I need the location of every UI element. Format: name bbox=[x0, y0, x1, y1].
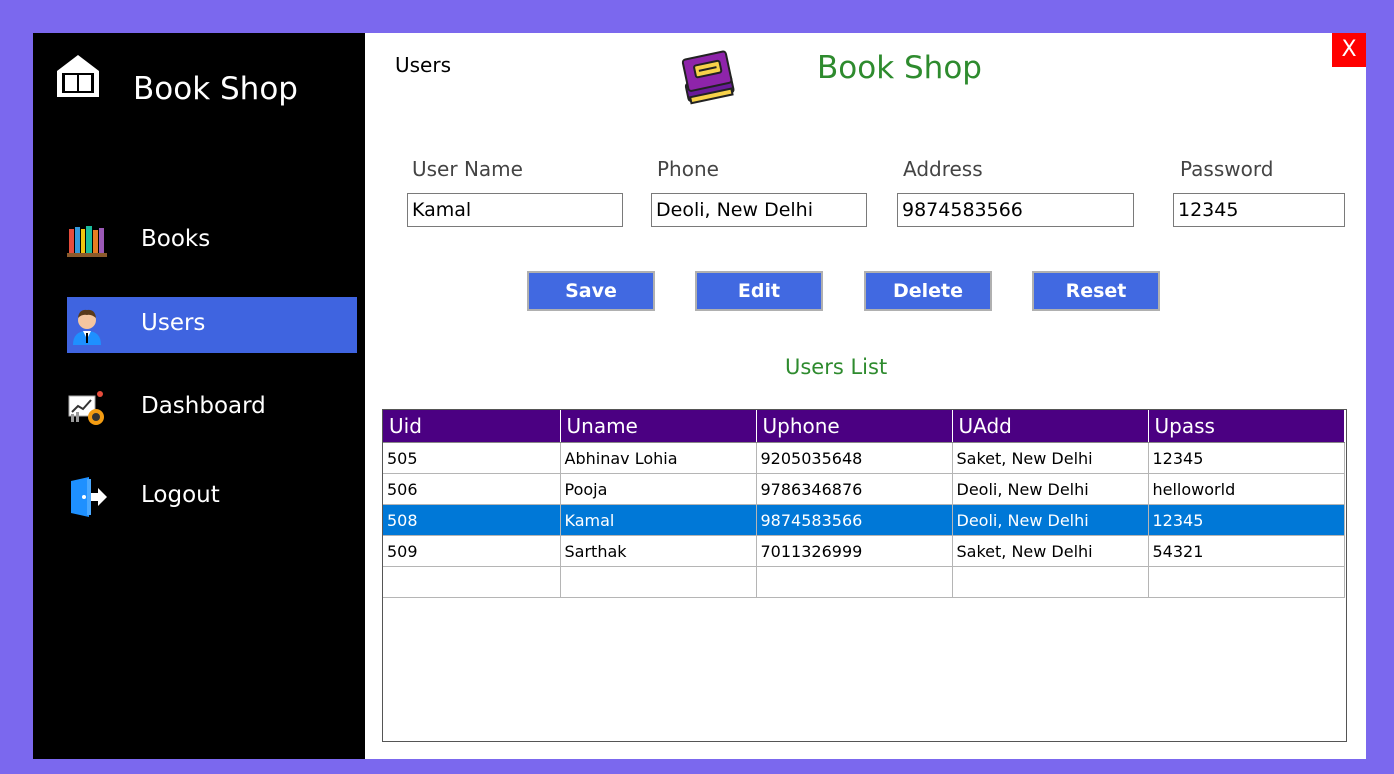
password-label: Password bbox=[1180, 157, 1274, 181]
phone-label: Phone bbox=[657, 157, 719, 181]
column-header-uadd[interactable]: UAdd bbox=[952, 410, 1149, 443]
table-cell[interactable] bbox=[756, 566, 953, 598]
table-cell[interactable]: 7011326999 bbox=[756, 535, 953, 567]
table-cell[interactable]: Deoli, New Delhi bbox=[952, 473, 1149, 505]
table-cell[interactable] bbox=[952, 566, 1149, 598]
table-cell[interactable]: Sarthak bbox=[560, 535, 757, 567]
logout-icon bbox=[67, 477, 107, 517]
table-header-row: Uid Uname Uphone UAdd Upass bbox=[383, 410, 1345, 443]
table-row[interactable]: 506 Pooja 9786346876 Deoli, New Delhi he… bbox=[383, 473, 1345, 505]
table-row[interactable]: 509 Sarthak 7011326999 Saket, New Delhi … bbox=[383, 535, 1345, 567]
address-field[interactable] bbox=[897, 193, 1134, 227]
table-row[interactable]: 505 Abhinav Lohia 9205035648 Saket, New … bbox=[383, 442, 1345, 474]
table-cell[interactable]: helloworld bbox=[1148, 473, 1345, 505]
books-logo-icon bbox=[677, 49, 741, 111]
sidebar-item-dashboard[interactable]: Dashboard bbox=[67, 380, 357, 436]
table-cell[interactable]: 506 bbox=[383, 473, 561, 505]
table-cell[interactable]: Pooja bbox=[560, 473, 757, 505]
table-cell[interactable]: Saket, New Delhi bbox=[952, 535, 1149, 567]
table-cell[interactable]: Deoli, New Delhi bbox=[952, 504, 1149, 536]
table-cell[interactable]: 9205035648 bbox=[756, 442, 953, 474]
reset-button[interactable]: Reset bbox=[1032, 271, 1160, 311]
sidebar-item-books[interactable]: Books bbox=[67, 213, 357, 269]
sidebar-item-label: Users bbox=[141, 310, 206, 336]
users-table[interactable]: Uid Uname Uphone UAdd Upass 505 Abhinav … bbox=[382, 409, 1347, 742]
username-field[interactable] bbox=[407, 193, 623, 227]
sidebar-item-users[interactable]: Users bbox=[67, 297, 357, 353]
table-cell[interactable] bbox=[1148, 566, 1345, 598]
address-label: Address bbox=[903, 157, 983, 181]
column-header-uphone[interactable]: Uphone bbox=[756, 410, 953, 443]
table-cell[interactable] bbox=[383, 566, 561, 598]
table-cell[interactable]: Kamal bbox=[560, 504, 757, 536]
username-label: User Name bbox=[412, 157, 523, 181]
table-cell[interactable]: Abhinav Lohia bbox=[560, 442, 757, 474]
table-cell[interactable]: 9874583566 bbox=[756, 504, 953, 536]
delete-button[interactable]: Delete bbox=[864, 271, 992, 311]
books-icon bbox=[67, 221, 107, 261]
column-header-upass[interactable]: Upass bbox=[1148, 410, 1345, 443]
column-header-uname[interactable]: Uname bbox=[560, 410, 757, 443]
table-cell[interactable]: 508 bbox=[383, 504, 561, 536]
close-button[interactable]: X bbox=[1332, 33, 1366, 67]
table-cell[interactable]: 12345 bbox=[1148, 442, 1345, 474]
table-cell[interactable]: 54321 bbox=[1148, 535, 1345, 567]
sidebar-item-label: Books bbox=[141, 226, 211, 252]
table-cell[interactable]: 509 bbox=[383, 535, 561, 567]
table-row-selected[interactable]: 508 Kamal 9874583566 Deoli, New Delhi 12… bbox=[383, 504, 1345, 536]
sidebar-item-label: Logout bbox=[141, 482, 220, 508]
dashboard-icon bbox=[67, 388, 107, 428]
table-cell[interactable]: 9786346876 bbox=[756, 473, 953, 505]
main-panel: X Users Book Shop User Name Phone Addres… bbox=[365, 33, 1366, 759]
edit-button[interactable]: Edit bbox=[695, 271, 823, 311]
table-row-empty[interactable] bbox=[383, 566, 1345, 598]
sidebar: Book Shop Books Users Dashboard Logout bbox=[33, 33, 365, 759]
page-title: Users bbox=[395, 53, 452, 77]
phone-field[interactable] bbox=[651, 193, 867, 227]
book-shop-logo-icon bbox=[53, 51, 103, 101]
table-cell[interactable]: Saket, New Delhi bbox=[952, 442, 1149, 474]
table-cell[interactable]: 505 bbox=[383, 442, 561, 474]
app-title: Book Shop bbox=[817, 50, 982, 86]
app-window: Book Shop Books Users Dashboard Logout X… bbox=[33, 33, 1366, 759]
users-list-title: Users List bbox=[785, 355, 888, 379]
sidebar-brand-title: Book Shop bbox=[133, 71, 298, 107]
table-cell[interactable] bbox=[560, 566, 757, 598]
table-cell[interactable]: 12345 bbox=[1148, 504, 1345, 536]
column-header-uid[interactable]: Uid bbox=[383, 410, 561, 443]
sidebar-item-logout[interactable]: Logout bbox=[67, 469, 357, 525]
password-field[interactable] bbox=[1173, 193, 1345, 227]
save-button[interactable]: Save bbox=[527, 271, 655, 311]
user-icon bbox=[67, 305, 107, 345]
sidebar-item-label: Dashboard bbox=[141, 393, 266, 419]
